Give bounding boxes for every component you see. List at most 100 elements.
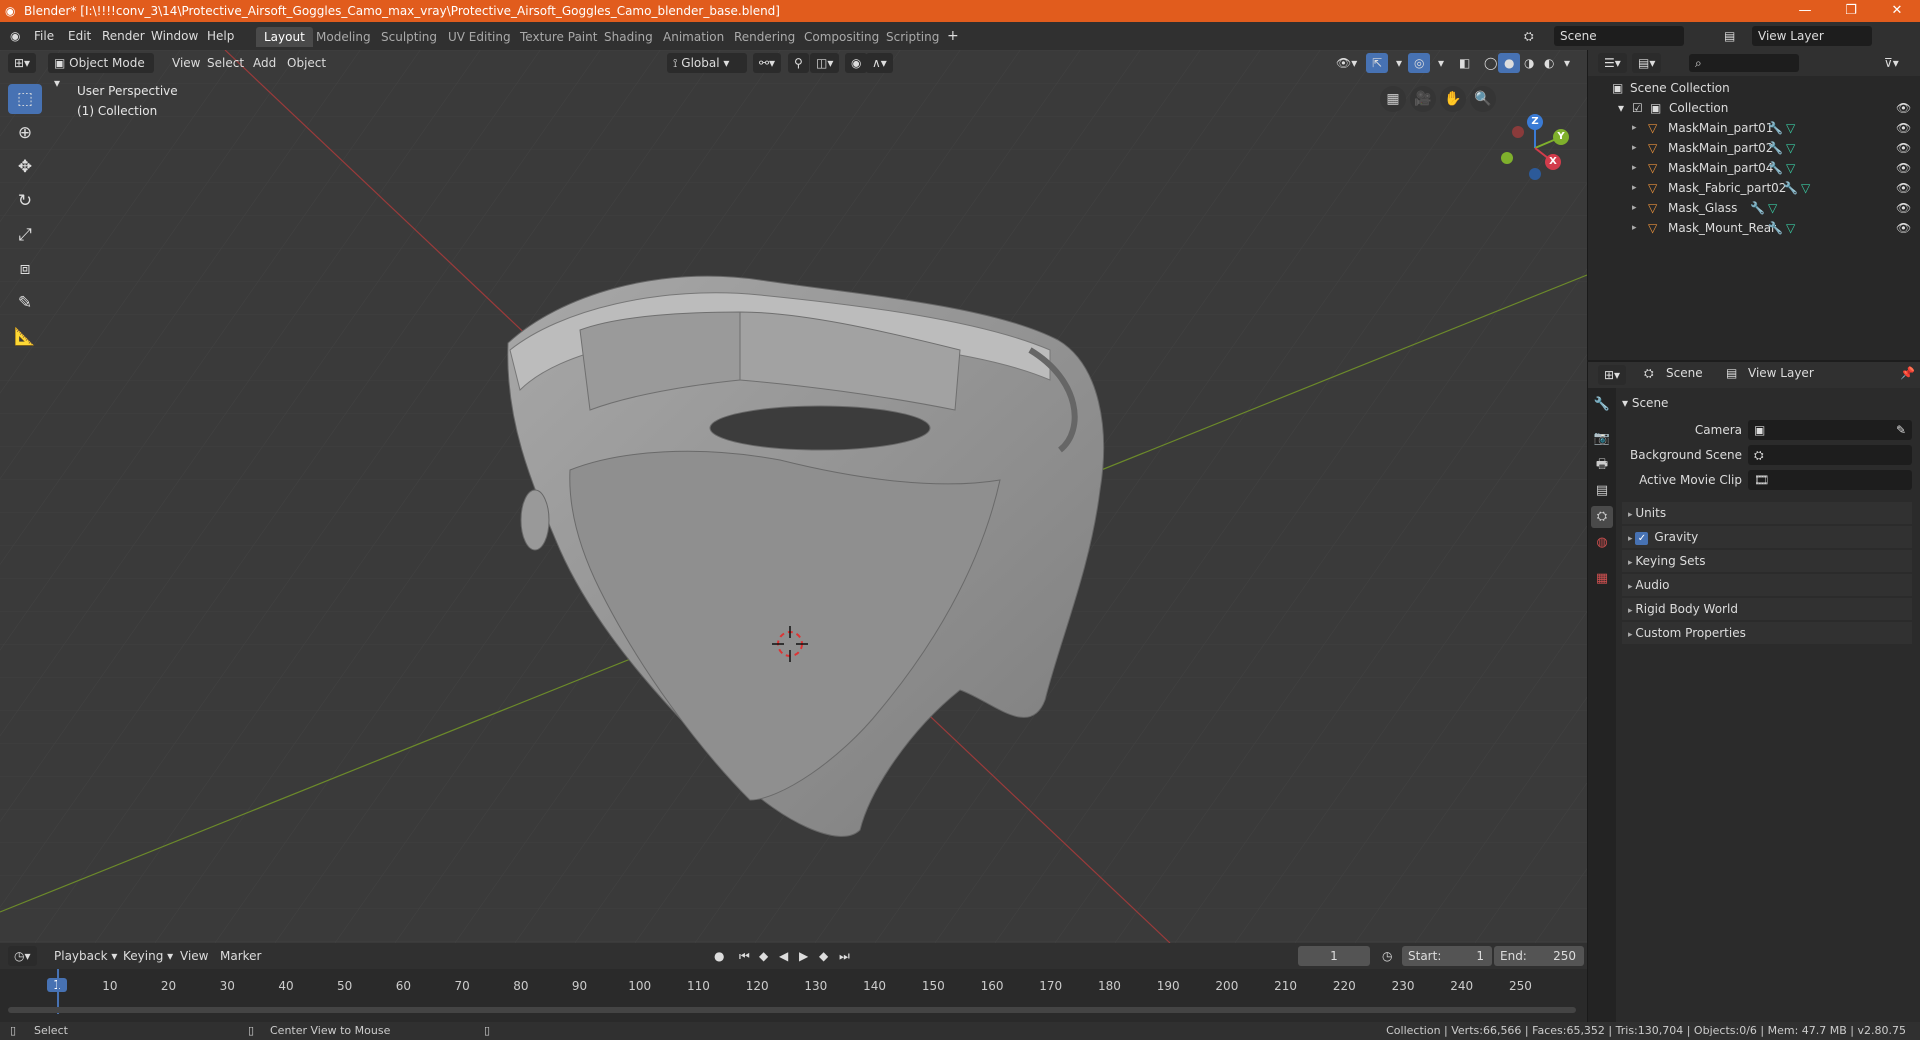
tab-animation[interactable]: Animation (655, 27, 732, 47)
collection-row[interactable]: ▾ ☑ ▣ Collection 👁 (1588, 98, 1920, 118)
falloff-icon[interactable]: ∧▾ (866, 53, 893, 73)
tab-scripting[interactable]: Scripting (878, 27, 947, 47)
close-button[interactable]: ✕ (1874, 0, 1920, 22)
snap-icon[interactable]: ⚲ (788, 53, 809, 73)
filter-icon[interactable]: ⊽▾ (1878, 53, 1905, 73)
select-box-tool-icon[interactable]: ⬚ (8, 84, 42, 114)
mode-selector[interactable]: ▣ Object Mode ▾ (48, 53, 154, 90)
expand-arrow-icon[interactable]: ▸ (1632, 178, 1637, 198)
menu-keying[interactable]: Keying ▾ (117, 946, 179, 966)
tab-texture-paint[interactable]: Texture Paint (512, 27, 605, 47)
collection-checkbox[interactable]: ☑ (1632, 98, 1643, 118)
tab-sculpting[interactable]: Sculpting (373, 27, 445, 47)
menu-file[interactable]: File (34, 27, 54, 45)
start-frame-field[interactable]: Start: 1 (1402, 946, 1492, 966)
gravity-checkbox[interactable]: ✓ (1635, 532, 1649, 545)
snap-target-icon[interactable]: ◫▾ (810, 53, 840, 73)
play-icon[interactable]: ▶ (793, 946, 814, 966)
gizmo-toggle-icon[interactable]: ⇱ (1366, 53, 1389, 73)
movie-clip-field[interactable]: 🎞 (1748, 470, 1912, 490)
panel-header-keying-sets[interactable]: ▸ Keying Sets (1622, 550, 1912, 572)
menu-object[interactable]: Object (281, 53, 332, 73)
transform-orientation-selector[interactable]: ⟟ Global ▾ (667, 53, 747, 73)
current-frame-field[interactable]: 1 (1298, 946, 1370, 966)
panel-header-units[interactable]: ▸ Units (1622, 502, 1912, 524)
viewlayer-tab-icon[interactable]: ▤ (1591, 480, 1613, 502)
maximize-button[interactable]: ❐ (1828, 0, 1874, 22)
panel-header-gravity[interactable]: ▸ ✓ Gravity (1622, 526, 1912, 548)
move-tool-icon[interactable]: ✥ (8, 152, 42, 182)
outliner-search-input[interactable]: ⌕ (1689, 54, 1799, 72)
menu-add[interactable]: Add (247, 53, 282, 73)
menu-marker[interactable]: Marker (214, 946, 267, 966)
tab-modeling[interactable]: Modeling (308, 27, 379, 47)
outliner-object-row[interactable]: ▸ ▽ Mask_Mount_Rear 🔧 ▽ 👁 (1588, 218, 1920, 238)
tool-tab-icon[interactable]: 🔧 (1591, 394, 1613, 416)
timeline-editor[interactable]: ◷▾ Playback ▾ Keying ▾ View Marker ● ⏮ ◆… (0, 943, 1587, 1022)
viewlayer-selector[interactable]: View Layer (1752, 26, 1872, 46)
expand-arrow-icon[interactable]: ▸ (1632, 138, 1637, 158)
pivot-point-icon[interactable]: ⚯▾ (753, 53, 782, 73)
expand-arrow-icon[interactable]: ▸ (1632, 118, 1637, 138)
menu-playback[interactable]: Playback ▾ (48, 946, 123, 966)
jump-keyframe-forward-icon[interactable]: ◆ (813, 946, 834, 966)
timeline-editor-type-icon[interactable]: ◷▾ (8, 946, 37, 966)
texture-tab-icon[interactable]: ▦ (1591, 568, 1613, 590)
jump-end-icon[interactable]: ⏭ (833, 946, 856, 966)
annotate-tool-icon[interactable]: ✎ (8, 288, 42, 318)
minimize-button[interactable]: — (1782, 0, 1828, 22)
menu-select[interactable]: Select (201, 53, 250, 73)
outliner-editor-type-icon[interactable]: ☰▾ (1598, 53, 1627, 73)
end-frame-field[interactable]: End: 250 (1494, 946, 1584, 966)
pin-icon[interactable]: 📌 (1900, 366, 1915, 380)
panel-header-custom-properties[interactable]: ▸ Custom Properties (1622, 622, 1912, 644)
outliner-object-row[interactable]: ▸ ▽ MaskMain_part02 🔧 ▽ 👁 (1588, 138, 1920, 158)
tab-layout[interactable]: Layout (256, 27, 313, 47)
proportional-editing-icon[interactable]: ◉ (845, 53, 868, 73)
menu-window[interactable]: Window (151, 27, 198, 45)
toggle-ortho-icon[interactable]: ▦ (1380, 86, 1406, 112)
tab-uv-editing[interactable]: UV Editing (440, 27, 519, 47)
world-tab-icon[interactable]: ◍ (1591, 532, 1613, 554)
scene-panel-header[interactable]: ▾ Scene (1622, 392, 1912, 414)
properties-editor[interactable]: ⊞▾ ⛭ Scene ▤ View Layer 📌 🔧 📷 🖶 ▤ ⛭ ◍ ▦ … (1587, 362, 1920, 1022)
camera-view-icon[interactable]: 🎥 (1410, 86, 1436, 112)
visibility-eye-icon[interactable]: 👁 (1896, 198, 1911, 218)
visibility-eye-icon[interactable]: 👁 (1896, 118, 1911, 138)
editor-type-icon[interactable]: ⊞▾ (8, 53, 37, 73)
tab-compositing[interactable]: Compositing (796, 27, 887, 47)
measure-tool-icon[interactable]: 📐 (8, 322, 42, 352)
preview-range-icon[interactable]: ◷ (1376, 946, 1398, 966)
outliner-object-row[interactable]: ▸ ▽ Mask_Glass 🔧 ▽ 👁 (1588, 198, 1920, 218)
eyedropper-icon[interactable]: ✎ (1896, 420, 1906, 440)
tab-shading[interactable]: Shading (596, 27, 661, 47)
properties-editor-type-icon[interactable]: ⊞▾ (1598, 365, 1627, 385)
3d-viewport[interactable]: Z Y X ⊞▾ ▣ Object Mode ▾ View Select Add… (0, 50, 1587, 943)
output-tab-icon[interactable]: 🖶 (1591, 454, 1613, 476)
outliner-object-row[interactable]: ▸ ▽ MaskMain_part04 🔧 ▽ 👁 (1588, 158, 1920, 178)
render-tab-icon[interactable]: 📷 (1591, 428, 1613, 450)
expand-arrow-icon[interactable]: ▸ (1632, 218, 1637, 238)
cursor-tool-icon[interactable]: ⊕ (8, 118, 42, 148)
visibility-eye-icon[interactable]: 👁 (1896, 138, 1911, 158)
display-mode-icon[interactable]: ▤▾ (1632, 53, 1662, 73)
visibility-eye-icon[interactable]: 👁 (1896, 158, 1911, 178)
visibility-icon[interactable]: 👁▾ (1330, 53, 1363, 73)
expand-arrow-icon[interactable]: ▸ (1632, 198, 1637, 218)
background-scene-field[interactable]: ⛭ (1748, 445, 1912, 465)
expand-arrow-icon[interactable]: ▸ (1632, 158, 1637, 178)
overlays-icon[interactable]: ◎ (1408, 53, 1431, 73)
jump-keyframe-back-icon[interactable]: ◆ (753, 946, 774, 966)
gizmo-dropdown-icon[interactable]: ▾ (1390, 53, 1408, 73)
outliner-object-row[interactable]: ▸ ▽ MaskMain_part01 🔧 ▽ 👁 (1588, 118, 1920, 138)
outliner-object-row[interactable]: ▸ ▽ Mask_Fabric_part02 🔧 ▽ 👁 (1588, 178, 1920, 198)
shading-dropdown-icon[interactable]: ▾ (1558, 53, 1576, 73)
tab-rendering[interactable]: Rendering (726, 27, 803, 47)
visibility-eye-icon[interactable]: 👁 (1896, 218, 1911, 238)
outliner[interactable]: ☰▾ ▤▾ ⌕ ⊽▾ ▣ Scene Collection ▾ ☑ ▣ Colle… (1587, 50, 1920, 360)
scene-selector[interactable]: Scene (1554, 26, 1684, 46)
expand-arrow-icon[interactable]: ▾ (1618, 98, 1624, 118)
record-icon[interactable]: ● (708, 946, 730, 966)
collection-visibility-eye-icon[interactable]: 👁 (1896, 98, 1911, 118)
menu-help[interactable]: Help (207, 27, 234, 45)
